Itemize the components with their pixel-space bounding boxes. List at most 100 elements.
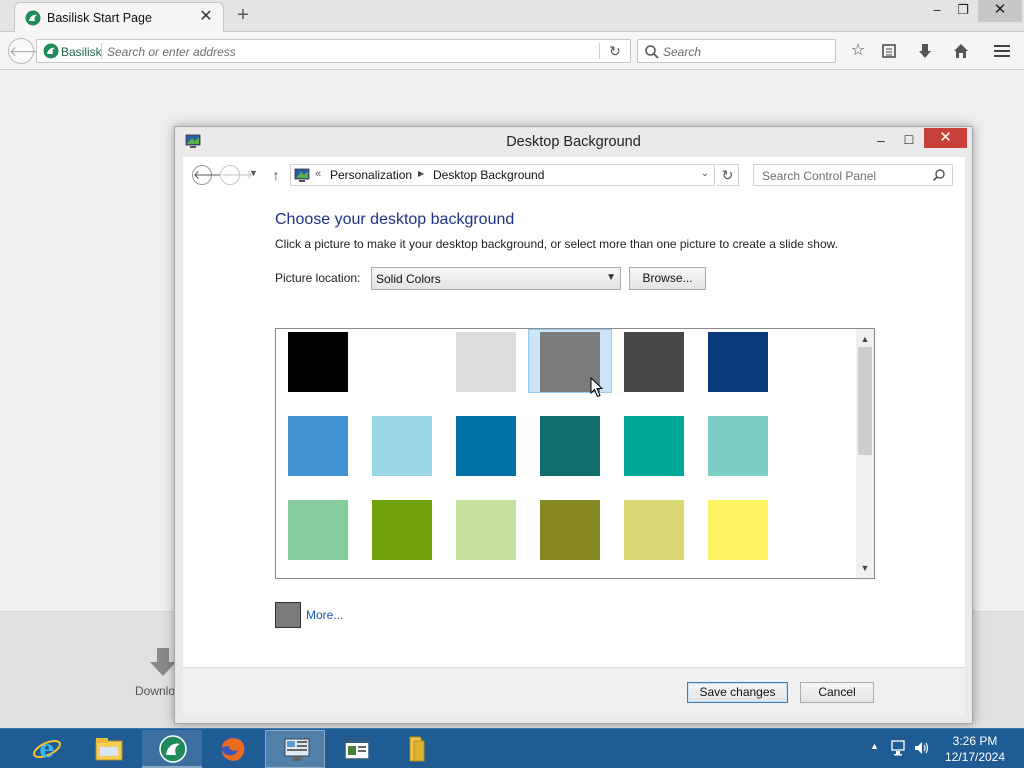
browse-button[interactable]: Browse...	[629, 267, 706, 290]
taskbar-file-explorer[interactable]	[78, 730, 138, 768]
color-swatch[interactable]	[444, 413, 528, 477]
bookmark-star-icon[interactable]: ☆	[846, 40, 870, 62]
url-bar[interactable]: Basilisk Search or enter address ↻	[36, 39, 631, 63]
taskbar-internet-explorer[interactable]: e	[16, 730, 76, 768]
dialog-minimize-button[interactable]: –	[869, 129, 893, 151]
taskbar: e ▲ 3:26 PM 12/17/2024	[0, 728, 1024, 768]
color-swatch-fill	[456, 416, 516, 476]
taskbar-control-panel[interactable]	[265, 730, 325, 768]
network-icon[interactable]	[890, 739, 908, 757]
color-swatch[interactable]	[696, 329, 780, 393]
breadcrumb-separator-icon[interactable]: ▶	[418, 169, 424, 178]
address-input[interactable]: Search or enter address	[107, 45, 236, 59]
menu-icon[interactable]	[990, 40, 1014, 62]
recent-pages-dropdown-icon[interactable]: ▼	[249, 168, 258, 178]
color-swatch-fill	[708, 500, 768, 560]
up-level-icon[interactable]: ↑	[269, 165, 283, 185]
reading-list-icon[interactable]	[877, 40, 901, 62]
taskbar-firefox[interactable]	[202, 730, 262, 768]
back-button[interactable]: 🡐	[8, 38, 47, 64]
color-swatch-fill	[540, 416, 600, 476]
breadcrumb-desktop-background[interactable]: Desktop Background	[433, 168, 544, 182]
scroll-up-icon[interactable]: ▲	[856, 331, 874, 347]
color-swatch-fill	[372, 416, 432, 476]
refresh-icon[interactable]: ↻	[717, 164, 739, 186]
tray-overflow-icon[interactable]: ▲	[870, 741, 879, 751]
downloads-icon[interactable]	[913, 40, 937, 62]
breadcrumb-personalization[interactable]: Personalization	[330, 168, 412, 182]
color-swatch[interactable]	[612, 497, 696, 561]
color-swatch-fill	[624, 332, 684, 392]
download-shortcut-label[interactable]: Downlo	[135, 684, 175, 698]
color-swatch[interactable]	[276, 413, 360, 477]
file-explorer-icon	[95, 738, 123, 761]
clock-date[interactable]: 12/17/2024	[940, 750, 1010, 764]
color-swatch-fill	[456, 332, 516, 392]
color-swatch-fill	[288, 416, 348, 476]
tab-close-icon[interactable]: ✕	[197, 8, 215, 26]
breadcrumb[interactable]: « Personalization ▶ Desktop Background ⌄	[290, 164, 715, 186]
dialog-maximize-button[interactable]: ☐	[897, 129, 921, 151]
window-close-button[interactable]: ✕	[978, 0, 1022, 22]
dialog-title: Desktop Background	[506, 134, 641, 150]
dialog-content: 🡐 🡒 ▼ ↑ « Personalization ▶ Desktop Back…	[183, 157, 965, 667]
reload-separator	[599, 43, 600, 59]
cp-search-icon	[932, 169, 945, 182]
dialog-titlebar[interactable]: Desktop Background – ☐ ✕	[175, 127, 972, 157]
color-swatch[interactable]	[528, 413, 612, 477]
color-swatch-fill	[372, 332, 432, 392]
color-swatch[interactable]	[528, 497, 612, 561]
browser-tab[interactable]: Basilisk Start Page ✕	[14, 2, 224, 32]
scroll-down-icon[interactable]: ▼	[856, 560, 874, 576]
browser-navbar: 🡐 Basilisk Search or enter address ↻ Sea…	[0, 32, 1024, 70]
color-swatch[interactable]	[276, 329, 360, 393]
reload-icon[interactable]: ↻	[604, 42, 626, 60]
color-swatch[interactable]	[444, 497, 528, 561]
control-panel-search-input[interactable]: Search Control Panel	[753, 164, 953, 186]
save-changes-button[interactable]: Save changes	[687, 682, 788, 703]
picture-location-label: Picture location:	[275, 271, 361, 285]
color-swatch[interactable]	[612, 413, 696, 477]
cp-search-placeholder: Search Control Panel	[762, 169, 877, 183]
page-title: Choose your desktop background	[275, 211, 515, 228]
color-swatch[interactable]	[612, 329, 696, 393]
tab-title: Basilisk Start Page	[47, 11, 152, 25]
color-swatch-fill	[708, 416, 768, 476]
taskbar-folder[interactable]	[386, 730, 446, 768]
scroll-thumb[interactable]	[858, 347, 872, 455]
picture-location-select[interactable]: Solid Colors ▼	[371, 267, 621, 290]
taskbar-document-viewer[interactable]	[326, 730, 386, 768]
window-restore-button[interactable]: ❐	[952, 0, 974, 22]
new-tab-button[interactable]: +	[232, 5, 254, 27]
internet-explorer-icon: e	[33, 735, 61, 763]
color-swatch[interactable]	[360, 413, 444, 477]
color-swatch-fill	[288, 500, 348, 560]
picture-location-value: Solid Colors	[376, 272, 441, 286]
address-dropdown-icon[interactable]: ⌄	[701, 168, 709, 179]
window-minimize-button[interactable]: –	[926, 0, 948, 22]
swatch-scrollbar[interactable]: ▲ ▼	[856, 329, 874, 578]
document-viewer-icon	[344, 738, 370, 760]
more-colors-link[interactable]: More...	[306, 608, 343, 622]
current-color-swatch[interactable]	[275, 602, 301, 628]
home-icon[interactable]	[949, 40, 973, 62]
color-swatch[interactable]	[696, 413, 780, 477]
cp-forward-button[interactable]: 🡒	[220, 165, 253, 185]
cancel-button[interactable]: Cancel	[800, 682, 874, 703]
basilisk-logo-icon	[25, 10, 41, 26]
folder-icon	[409, 736, 425, 762]
color-swatch-fill	[456, 500, 516, 560]
cp-back-button[interactable]: 🡐	[192, 165, 225, 185]
color-swatch[interactable]	[276, 497, 360, 561]
clock-time[interactable]: 3:26 PM	[940, 734, 1010, 748]
color-swatch[interactable]	[444, 329, 528, 393]
volume-icon[interactable]	[913, 739, 931, 757]
color-swatch[interactable]	[360, 497, 444, 561]
color-swatch-fill	[624, 500, 684, 560]
taskbar-basilisk[interactable]	[142, 730, 202, 768]
color-swatch[interactable]	[696, 497, 780, 561]
breadcrumb-overflow-icon[interactable]: «	[315, 168, 321, 180]
color-swatch[interactable]	[360, 329, 444, 393]
dialog-close-button[interactable]: ✕	[924, 128, 967, 148]
browser-search-bar[interactable]: Search	[637, 39, 836, 63]
